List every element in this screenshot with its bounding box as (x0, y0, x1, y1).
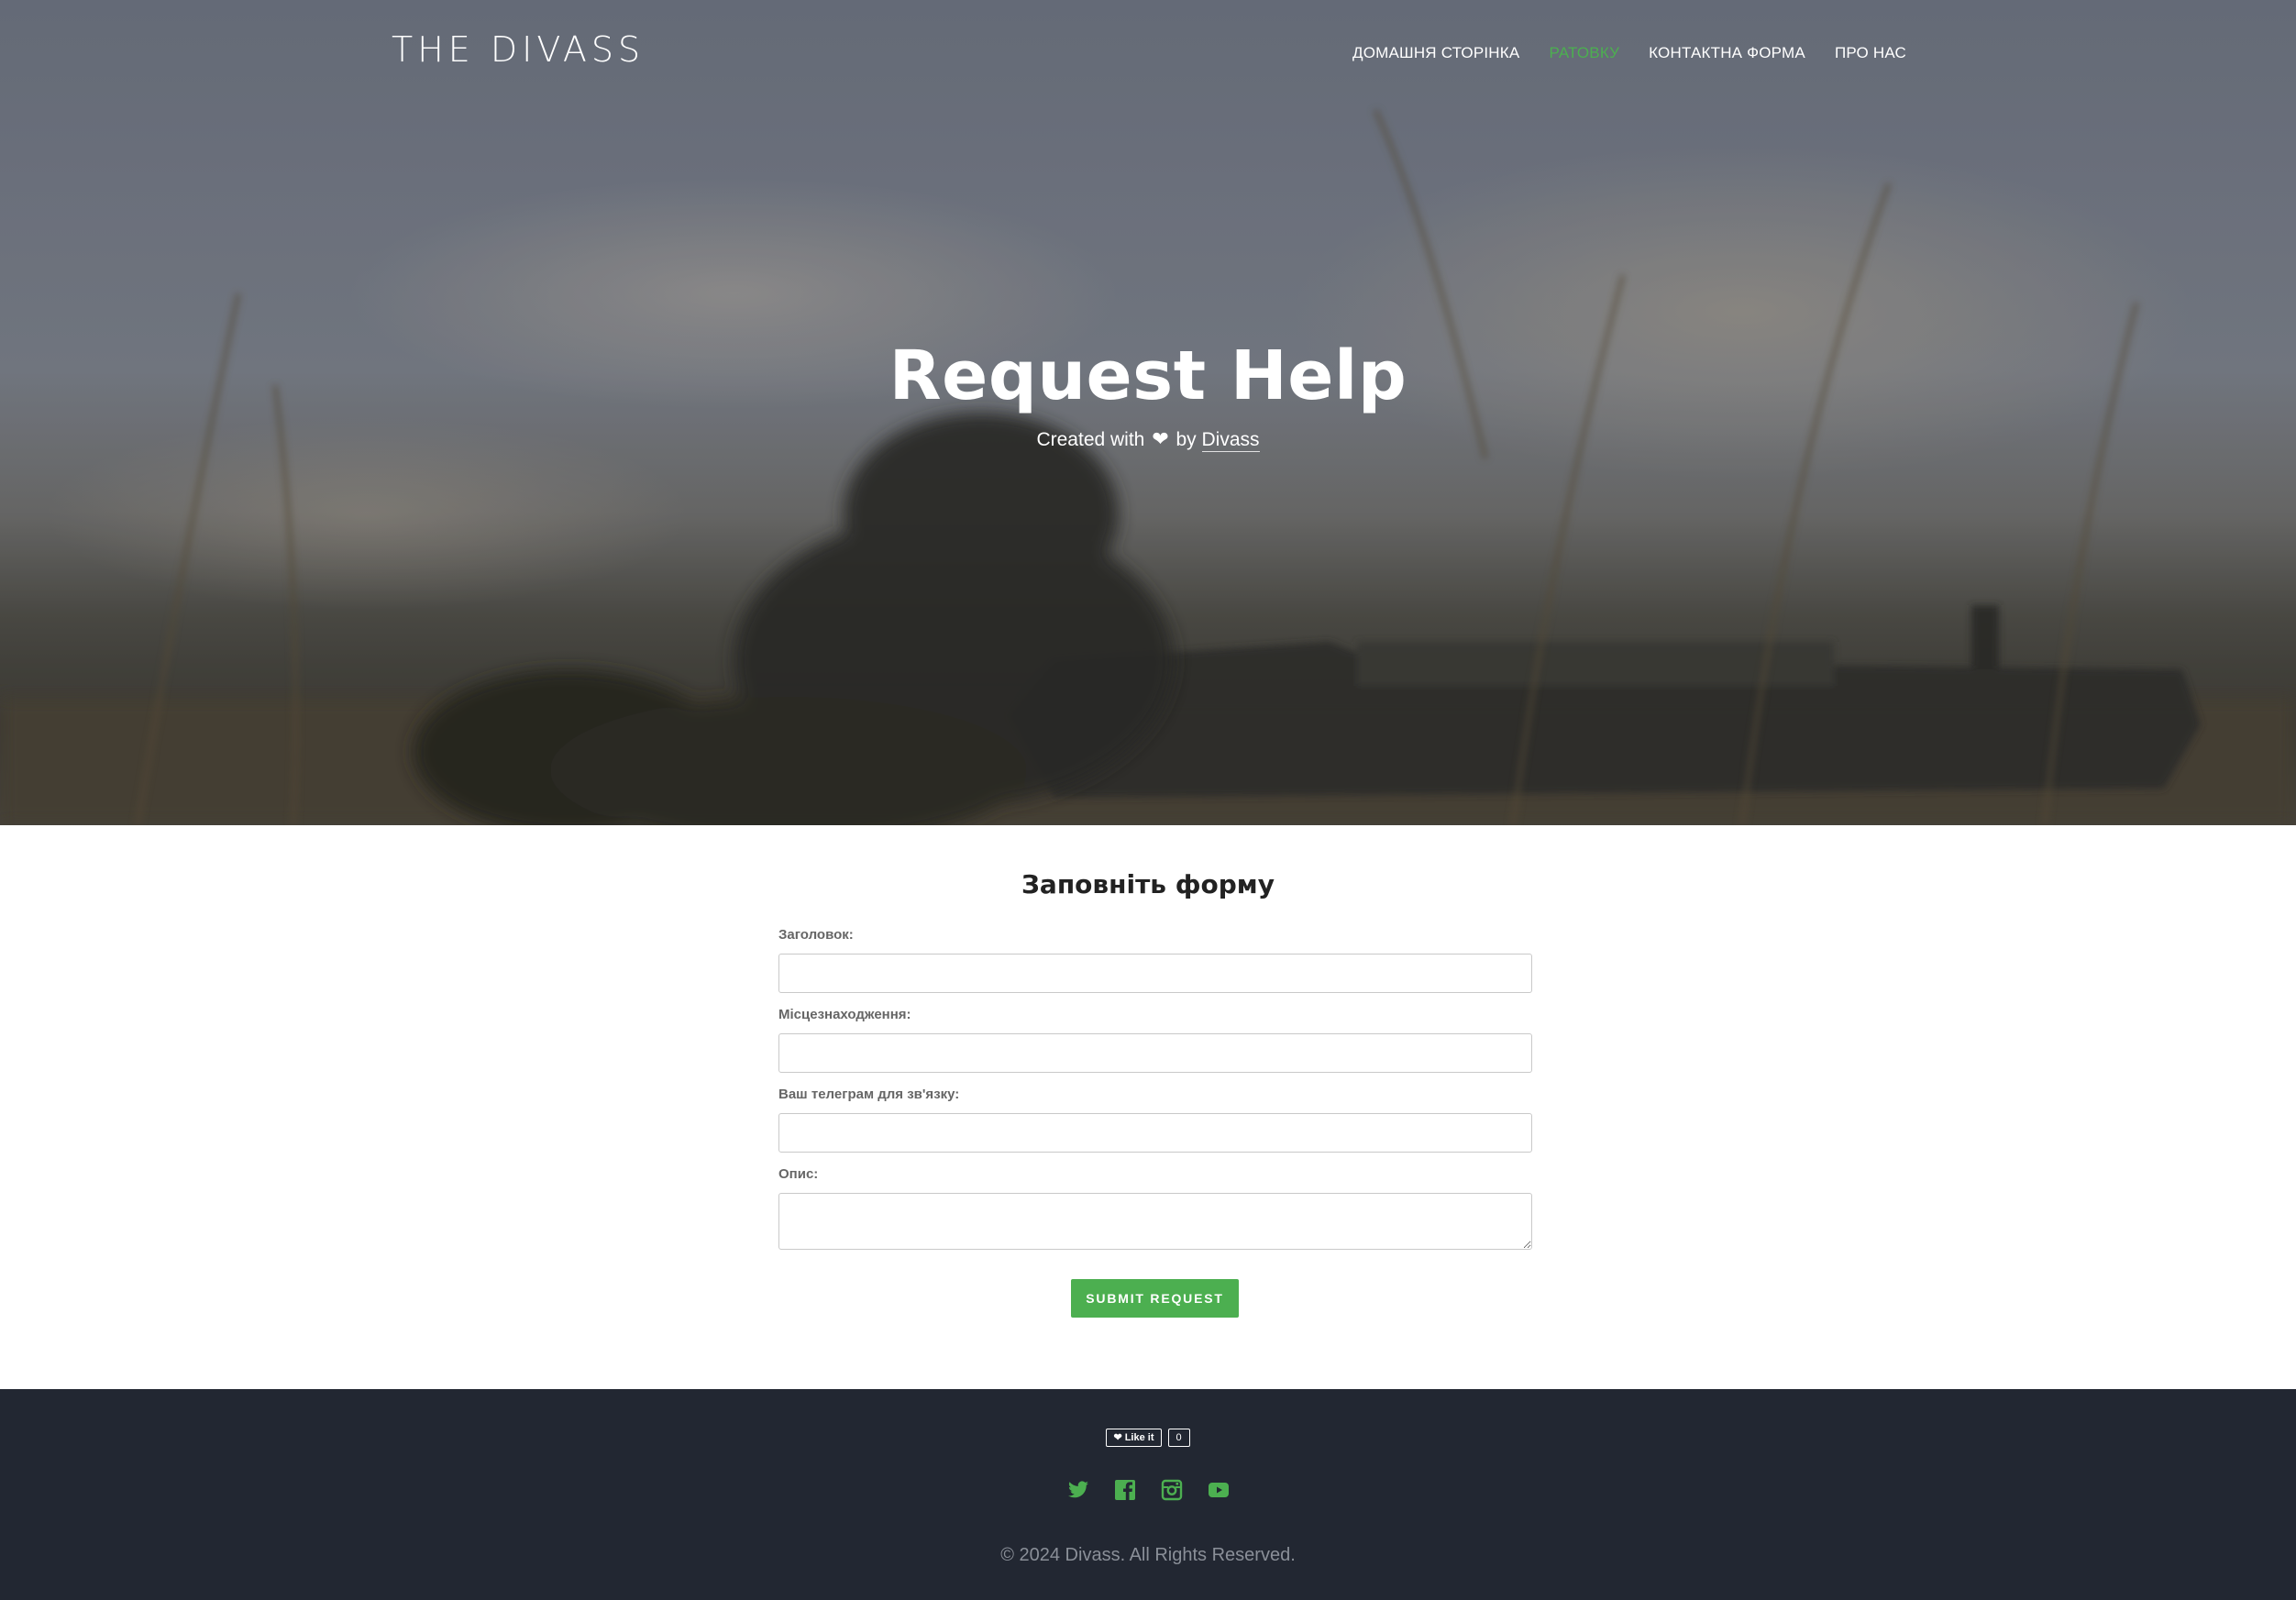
like-widget: ❤ Like it 0 (0, 1429, 2296, 1447)
nav-home[interactable]: ДОМАШНЯ СТОРІНКА (1352, 44, 1519, 62)
description-textarea[interactable] (778, 1193, 1532, 1250)
twitter-icon[interactable] (1067, 1479, 1089, 1501)
request-form-section: Заповніть форму Заголовок: Місцезнаходже… (0, 825, 2296, 1389)
location-label: Місцезнаходження: (778, 1007, 911, 1022)
hero-banner: THE DIVASS ДОМАШНЯ СТОРІНКА РАТОВКУ КОНТ… (0, 0, 2296, 825)
location-input[interactable] (778, 1033, 1532, 1073)
request-form: Заголовок: Місцезнаходження: Ваш телегра… (778, 928, 1532, 1264)
nav-request-help[interactable]: РАТОВКУ (1549, 44, 1619, 62)
heart-icon: ❤ (1152, 427, 1169, 450)
subtitle-by: by (1176, 429, 1197, 450)
description-label: Опис: (778, 1166, 819, 1182)
hero-subtitle: Created with ❤ by Divass (0, 427, 2296, 452)
location-field-group: Місцезнаходження: (778, 1008, 1532, 1073)
author-link[interactable]: Divass (1201, 429, 1260, 452)
site-logo[interactable]: THE DIVASS (392, 29, 645, 70)
description-field-group: Опис: (778, 1167, 1532, 1250)
like-count: 0 (1167, 1429, 1190, 1447)
copyright-text: © 2024 Divass. All Rights Reserved. (1000, 1545, 1296, 1565)
youtube-icon[interactable] (1208, 1479, 1230, 1501)
instagram-icon[interactable] (1161, 1479, 1183, 1501)
like-label: Like it (1124, 1432, 1154, 1443)
like-button[interactable]: ❤ Like it (1106, 1429, 1162, 1447)
title-label: Заголовок: (778, 927, 854, 943)
title-input[interactable] (778, 954, 1532, 993)
title-field-group: Заголовок: (778, 928, 1532, 993)
telegram-input[interactable] (778, 1113, 1532, 1153)
subtitle-prefix: Created with (1036, 429, 1145, 450)
nav-about[interactable]: ПРО НАС (1835, 44, 1906, 62)
telegram-label: Ваш телеграм для зв'язку: (778, 1087, 960, 1102)
facebook-icon[interactable] (1114, 1479, 1136, 1501)
site-footer: ❤ Like it 0 © 2024 Divass. All Rights Re… (0, 1389, 2296, 1600)
heart-icon: ❤ (1113, 1432, 1122, 1443)
social-links (0, 1479, 2296, 1501)
form-title: Заповніть форму (1021, 869, 1275, 899)
main-nav: ДОМАШНЯ СТОРІНКА РАТОВКУ КОНТАКТНА ФОРМА… (1352, 44, 1906, 62)
nav-contact-form[interactable]: КОНТАКТНА ФОРМА (1649, 44, 1805, 62)
page-title: Request Help (889, 337, 1407, 415)
submit-request-button[interactable]: SUBMIT REQUEST (1071, 1279, 1239, 1318)
telegram-field-group: Ваш телеграм для зв'язку: (778, 1087, 1532, 1153)
